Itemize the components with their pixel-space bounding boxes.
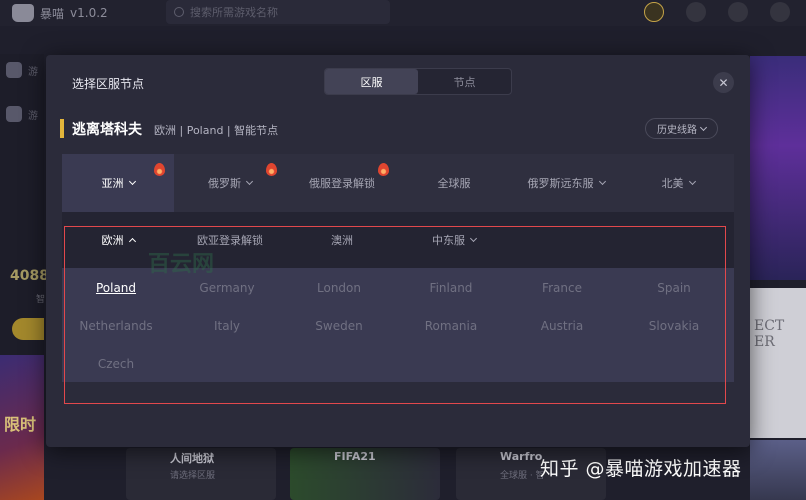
card-sub: 请选择区服	[170, 471, 216, 481]
region-tab-label: 亚洲	[101, 177, 124, 190]
avatar[interactable]	[644, 2, 664, 22]
card-title: 人间地狱	[170, 452, 214, 465]
app-name: 暴喵	[40, 6, 65, 21]
gear-icon[interactable]	[770, 2, 790, 22]
game-art-text: ECT ER	[754, 318, 785, 350]
selected-route: 欧洲 | Poland | 智能节点	[154, 124, 279, 137]
history-label: 历史线路	[657, 125, 697, 136]
bell-icon[interactable]	[728, 2, 748, 22]
card-title: Warfro	[500, 450, 543, 463]
segment-switch: 区服 节点	[324, 68, 512, 95]
region-tab-label: 俄罗斯	[208, 177, 241, 190]
region-tab-label: 北美	[661, 177, 684, 190]
search-icon	[174, 7, 184, 17]
region-tabs-row-1: 亚洲 俄罗斯 俄服登录解锁 全球服 俄罗斯远东服 北美	[62, 154, 734, 212]
region-tab-label: 俄罗斯远东服	[527, 177, 594, 190]
recharge-button[interactable]	[12, 318, 44, 340]
hot-flame-icon	[154, 163, 165, 176]
chevron-down-icon	[245, 177, 254, 186]
accent-bar	[60, 119, 64, 138]
top-bar: 暴喵 v1.0.2 搜索所需游戏名称	[0, 0, 806, 26]
game-icon[interactable]	[6, 62, 22, 78]
tab-region[interactable]: 区服	[325, 69, 418, 94]
app-version: v1.0.2	[70, 6, 108, 20]
card-sub: 全球服 · 智	[500, 471, 545, 481]
game-card[interactable]: FIFA21	[290, 448, 440, 500]
headset-icon[interactable]	[686, 2, 706, 22]
highlight-frame	[64, 226, 726, 404]
app-logo: 暴喵 v1.0.2	[12, 4, 108, 22]
history-button[interactable]: 历史线路	[645, 118, 718, 139]
rail-label-2: 游	[28, 111, 38, 122]
region-tab[interactable]: 北美	[622, 154, 734, 212]
game-card[interactable]: 人间地狱 请选择区服	[126, 448, 276, 500]
watermark: 知乎 @暴喵游戏加速器	[540, 458, 742, 480]
stat-sub: 智	[36, 295, 46, 305]
search-placeholder: 搜索所需游戏名称	[190, 6, 278, 19]
promo-banner[interactable]: 限时	[0, 355, 44, 500]
dialog-title: 选择区服节点	[72, 77, 145, 91]
game-name: 逃离塔科夫	[72, 122, 142, 138]
tab-node[interactable]: 节点	[418, 69, 511, 94]
cat-logo-icon	[12, 4, 34, 22]
game-art: ECT ER	[750, 288, 806, 438]
card-title: FIFA21	[334, 450, 376, 463]
hot-flame-icon	[266, 163, 277, 176]
region-tab[interactable]: 俄罗斯远东服	[510, 154, 622, 212]
region-tab-label: 俄服登录解锁	[309, 177, 375, 190]
chevron-down-icon	[699, 123, 708, 131]
close-button[interactable]: ✕	[713, 72, 734, 93]
game-art	[750, 440, 806, 500]
chevron-down-icon	[598, 177, 606, 186]
chevron-down-icon	[688, 177, 696, 186]
region-tab[interactable]: 全球服	[398, 154, 510, 212]
hot-flame-icon	[378, 163, 389, 176]
region-tab-label: 全球服	[437, 177, 471, 190]
game-icon[interactable]	[6, 106, 22, 122]
stat-number: 4088	[10, 268, 49, 284]
promo-text: 限时	[4, 415, 37, 434]
rail-label-1: 游	[28, 67, 38, 78]
close-icon: ✕	[718, 75, 729, 90]
game-art	[750, 56, 806, 280]
chevron-down-icon	[128, 177, 136, 186]
search-input[interactable]: 搜索所需游戏名称	[166, 0, 390, 24]
